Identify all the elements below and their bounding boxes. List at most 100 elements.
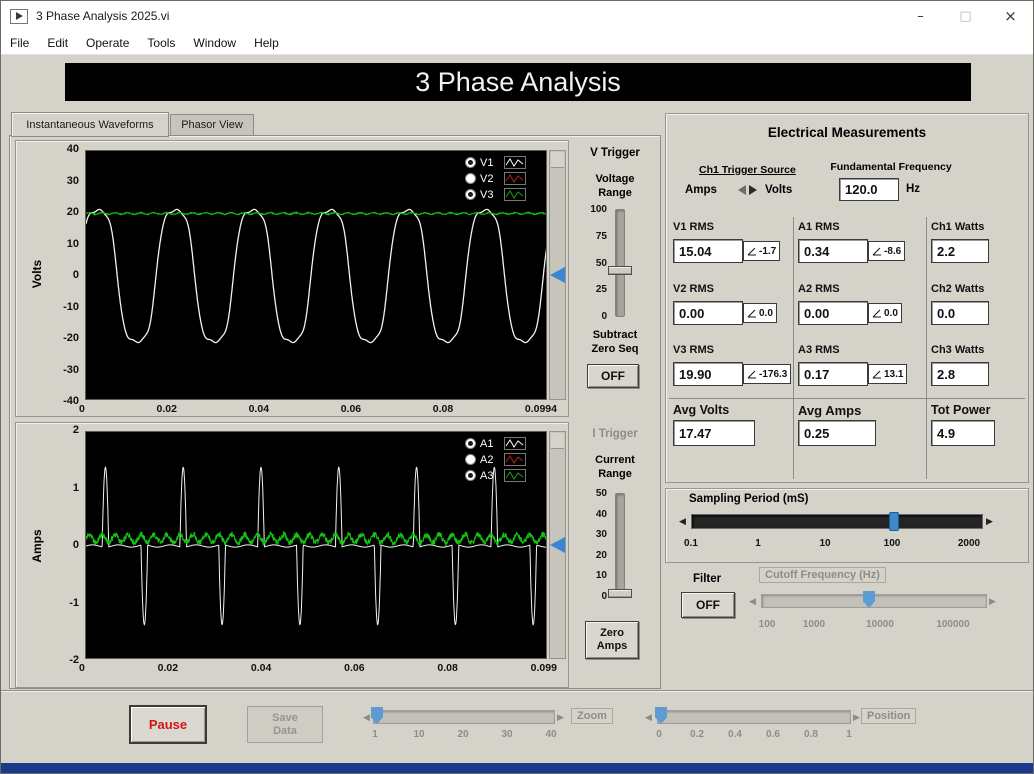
voltage-range-slider[interactable]: [615, 209, 625, 317]
v3-rms-label: V3 RMS: [673, 344, 714, 356]
slider-left-arrow-icon[interactable]: ◀: [363, 713, 370, 723]
menu-operate[interactable]: Operate: [77, 32, 138, 54]
legend-item-v3[interactable]: V3: [465, 187, 526, 202]
i-trigger-cursor[interactable]: [550, 537, 565, 553]
tot-power-value: 4.9: [931, 420, 995, 446]
maximize-icon[interactable]: □: [943, 1, 988, 31]
tick-label: 1: [72, 481, 79, 494]
a3-trace-icon[interactable]: [504, 469, 526, 482]
slider-right-arrow-icon[interactable]: ▶: [557, 713, 564, 723]
amps-legend: A1 A2 A3: [465, 436, 526, 483]
a1-radio[interactable]: [465, 438, 476, 449]
tick-label: 0.4: [728, 729, 742, 740]
tick-label: 100: [883, 538, 901, 549]
position-slider-track[interactable]: [657, 710, 851, 724]
angle-value: 13.1: [884, 368, 904, 380]
v3-radio[interactable]: [465, 189, 476, 200]
v1-trace-icon[interactable]: [504, 156, 526, 169]
zero-amps-button[interactable]: Zero Amps: [585, 621, 639, 659]
app-window: 3 Phase Analysis 2025.vi – □ × File Edit…: [0, 0, 1034, 774]
legend-item-v2[interactable]: V2: [465, 171, 526, 186]
sampling-period-label: Sampling Period (mS): [689, 493, 809, 505]
v2-rms-label: V2 RMS: [673, 283, 714, 295]
amps-x-axis: 0 0.02 0.04 0.06 0.08 0.099: [79, 662, 557, 674]
scrollbar-nub[interactable]: [551, 152, 564, 168]
close-icon[interactable]: ×: [988, 1, 1033, 31]
angle-value: -176.3: [759, 368, 788, 380]
tick-label: -10: [63, 300, 79, 313]
slider-right-arrow-icon[interactable]: ▶: [986, 517, 993, 527]
save-data-label-1: Save: [272, 711, 298, 724]
current-range-slider[interactable]: [615, 493, 625, 597]
a1-angle: -8.6: [868, 241, 906, 261]
tick-label: 50: [595, 257, 607, 269]
v1-rms-value: 15.04: [673, 239, 743, 263]
tick-label: 20: [595, 549, 607, 561]
fundamental-frequency-value[interactable]: 120.0: [839, 178, 899, 201]
current-range-label-1: Current: [595, 454, 635, 466]
pause-button[interactable]: Pause: [129, 705, 207, 744]
sampling-slider-track[interactable]: [691, 514, 983, 529]
v1-rms-label: V1 RMS: [673, 221, 714, 233]
v2-trace-icon[interactable]: [504, 172, 526, 185]
tick-label: 0: [72, 539, 79, 551]
scrollbar-nub[interactable]: [551, 433, 564, 449]
subtract-zero-seq-off-button[interactable]: OFF: [587, 364, 639, 388]
slider-left-arrow-icon[interactable]: ◀: [679, 517, 686, 527]
minimize-icon[interactable]: –: [898, 1, 943, 31]
menu-help[interactable]: Help: [245, 32, 288, 54]
a2-trace-icon[interactable]: [504, 453, 526, 466]
menu-window[interactable]: Window: [184, 32, 245, 54]
tick-label: 0.06: [344, 662, 365, 674]
voltage-range-thumb[interactable]: [608, 266, 632, 275]
voltage-range-label-2: Range: [598, 187, 632, 199]
current-range-thumb[interactable]: [608, 589, 632, 598]
legend-item-a3[interactable]: A3: [465, 468, 526, 483]
tick-label: 0.06: [340, 403, 362, 415]
tab-phasor-view[interactable]: Phasor View: [170, 114, 254, 136]
tick-label: 0.02: [157, 662, 179, 674]
trigger-source-amps: Amps: [685, 184, 717, 196]
filter-off-button[interactable]: OFF: [681, 592, 735, 618]
save-data-button[interactable]: Save Data: [247, 706, 323, 743]
left-arrow-icon[interactable]: [738, 185, 746, 195]
trigger-source-toggle[interactable]: [738, 185, 757, 195]
ch3-watts-label: Ch3 Watts: [931, 344, 985, 356]
menu-file[interactable]: File: [1, 32, 38, 54]
tick-label: 30: [595, 529, 607, 541]
menu-bar: File Edit Operate Tools Window Help: [1, 31, 1033, 55]
slider-left-arrow-icon[interactable]: ◀: [645, 713, 652, 723]
slider-left-arrow-icon[interactable]: ◀: [749, 597, 756, 607]
a3-radio[interactable]: [465, 470, 476, 481]
page-title: 3 Phase Analysis: [65, 63, 971, 101]
menu-edit[interactable]: Edit: [38, 32, 77, 54]
legend-item-a2[interactable]: A2: [465, 452, 526, 467]
v2-radio[interactable]: [465, 173, 476, 184]
a3-rms-label: A3 RMS: [798, 344, 840, 356]
angle-value: -1.7: [759, 245, 777, 257]
zero-amps-label-1: Zero: [600, 627, 624, 639]
tick-label: 10: [595, 570, 607, 582]
tab-instantaneous-waveforms[interactable]: Instantaneous Waveforms: [11, 112, 169, 137]
tick-label: 100: [758, 619, 776, 630]
tick-label: 1: [372, 729, 378, 740]
a1-trace-icon[interactable]: [504, 437, 526, 450]
tick-label: 0.02: [156, 403, 177, 415]
tick-label: 0.08: [437, 662, 458, 674]
menu-tools[interactable]: Tools: [138, 32, 184, 54]
angle-icon: [872, 247, 881, 255]
zoom-slider-track[interactable]: [373, 710, 555, 724]
a2-radio[interactable]: [465, 454, 476, 465]
tick-label: 75: [595, 230, 607, 242]
sampling-slider-thumb[interactable]: [889, 512, 899, 531]
legend-item-v1[interactable]: V1: [465, 155, 526, 170]
v3-trace-icon[interactable]: [504, 188, 526, 201]
slider-right-arrow-icon[interactable]: ▶: [853, 713, 860, 723]
slider-right-arrow-icon[interactable]: ▶: [989, 597, 996, 607]
v1-radio[interactable]: [465, 157, 476, 168]
bottom-strip: [1, 763, 1033, 773]
v-trigger-cursor[interactable]: [550, 267, 565, 283]
legend-item-a1[interactable]: A1: [465, 436, 526, 451]
right-arrow-icon[interactable]: [749, 185, 757, 195]
tick-label: -2: [69, 654, 79, 666]
